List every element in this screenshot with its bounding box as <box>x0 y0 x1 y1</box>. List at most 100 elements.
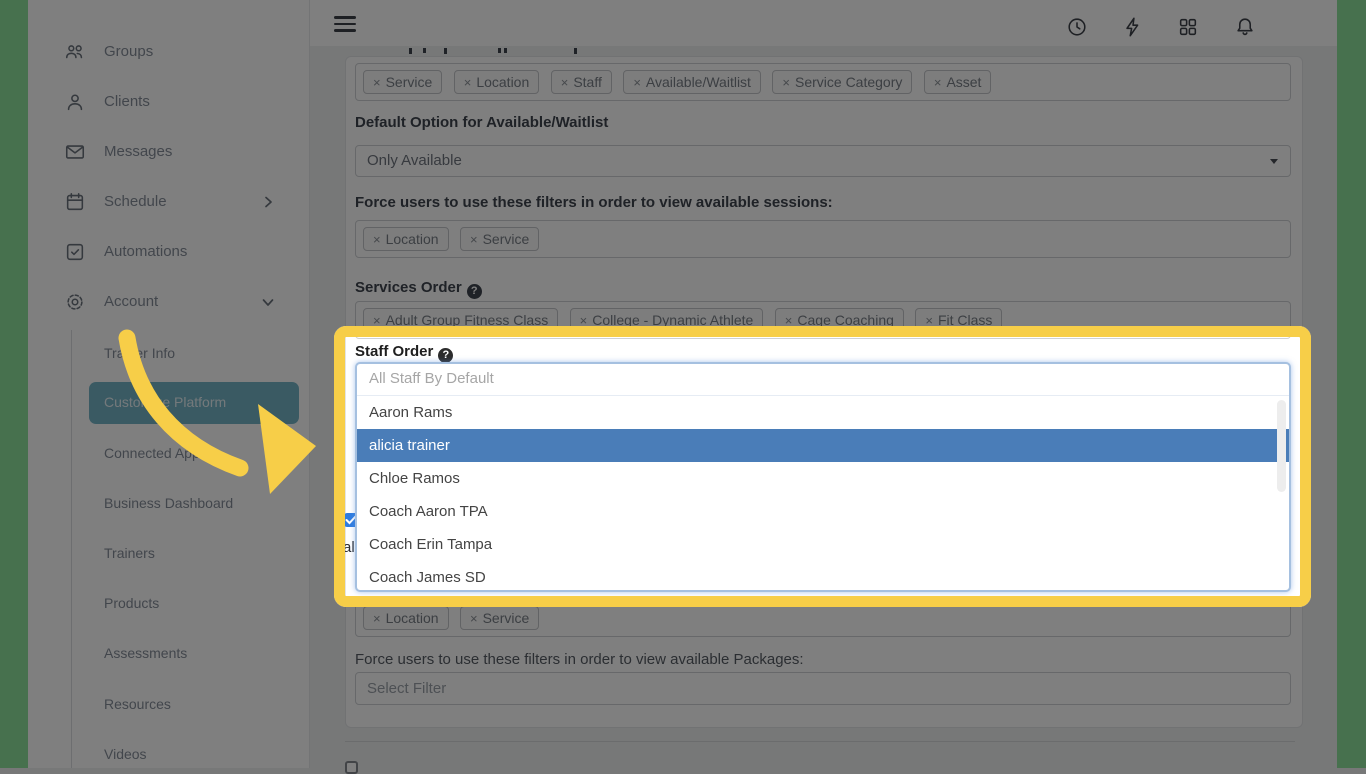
filter-tag[interactable]: × Staff <box>550 70 612 94</box>
tag-label: Available/Waitlist <box>645 74 751 90</box>
services-order-tagbox[interactable]: × Adult Group Fitness Class × College - Dy… <box>355 301 1291 339</box>
help-icon[interactable]: ? <box>466 284 482 299</box>
subitem-label: Products <box>104 595 160 611</box>
packages-filter-input[interactable]: Select Filter <box>355 672 1291 705</box>
sidebar-item-label: Schedule <box>104 193 167 210</box>
dropdown-option-selected[interactable]: alicia trainer <box>357 429 1289 462</box>
sidebar-item-clients[interactable]: Clients <box>28 87 310 117</box>
tag-label: Service <box>482 231 530 247</box>
dropdown-option[interactable]: Coach Erin Tampa <box>357 528 1289 561</box>
section-divider <box>345 741 1295 742</box>
tag-remove-icon[interactable]: × <box>464 75 472 90</box>
subitem-label: Trainer Info <box>104 345 176 361</box>
tag-label: Service <box>385 74 433 90</box>
filter-tag[interactable]: × Available/Waitlist <box>623 70 761 94</box>
subitem-label: Customize Platform <box>104 394 227 410</box>
force-sessions-tagbox[interactable]: × Location × Service <box>355 220 1291 258</box>
subitem-label: Videos <box>104 746 147 762</box>
history-clock-icon[interactable] <box>1066 16 1088 38</box>
tag-label: Adult Group Fitness Class <box>385 312 549 328</box>
tag-remove-icon[interactable]: × <box>561 75 569 90</box>
filter-tag[interactable]: × Adult Group Fitness Class <box>363 308 559 332</box>
page-background-right-strip <box>1337 0 1366 768</box>
tag-label: Location <box>385 231 439 247</box>
bottom-filter-tagbox[interactable]: × Location × Service <box>355 599 1291 637</box>
dropdown-option[interactable]: Coach James SD <box>357 561 1289 594</box>
tag-remove-icon[interactable]: × <box>470 611 478 626</box>
sidebar-subitem-resources[interactable]: Resources <box>89 690 299 720</box>
services-order-label: Services Order? <box>355 279 482 299</box>
dropdown-option[interactable]: Chloe Ramos <box>357 462 1289 495</box>
filter-tag[interactable]: × Service <box>459 227 540 251</box>
sidebar-subitem-trainer-info[interactable]: Trainer Info <box>89 339 299 369</box>
tag-remove-icon[interactable]: × <box>925 313 933 328</box>
input-placeholder: Select Filter <box>367 680 447 697</box>
tag-label: Fit Class <box>937 312 993 328</box>
tag-remove-icon[interactable]: × <box>373 232 381 247</box>
notifications-bell-icon[interactable] <box>1234 16 1256 38</box>
dropdown-option[interactable]: Aaron Rams <box>357 396 1289 429</box>
sidebar-subitem-business-dashboard[interactable]: Business Dashboard <box>89 489 299 519</box>
sidebar-subitem-customize-platform[interactable]: Customize Platform <box>89 382 299 424</box>
lightning-bolt-icon[interactable] <box>1122 16 1144 38</box>
tag-label: Staff <box>573 74 602 90</box>
sidebar-subitem-connected-apps[interactable]: Connected Apps <box>89 439 299 469</box>
gear-icon <box>67 294 83 310</box>
filter-tag[interactable]: × College - Dynamic Athlete <box>569 308 764 332</box>
subitem-label: Resources <box>104 696 171 712</box>
filter-tag[interactable]: × Cage Coaching <box>774 308 904 332</box>
staff-order-search-input[interactable]: All Staff By Default <box>357 364 1289 396</box>
filter-tag[interactable]: × Service <box>363 70 443 94</box>
tag-remove-icon[interactable]: × <box>373 75 381 90</box>
staff-order-label: Staff Order? <box>355 343 454 363</box>
tag-label: Location <box>476 74 530 90</box>
chevron-down-icon <box>262 299 274 306</box>
tag-remove-icon[interactable]: × <box>782 75 790 90</box>
filter-tag[interactable]: × Location <box>363 227 449 251</box>
filter-tag[interactable]: × Fit Class <box>915 308 1003 332</box>
apps-grid-icon[interactable] <box>1177 16 1199 38</box>
sidebar-subitem-trainers[interactable]: Trainers <box>89 539 299 569</box>
sidebar-item-messages[interactable]: Messages <box>28 137 310 167</box>
sidebar-item-label: Automations <box>104 243 188 260</box>
filter-tag[interactable]: × Location <box>363 606 449 630</box>
tag-remove-icon[interactable]: × <box>373 611 381 626</box>
subitem-label: Assessments <box>104 645 188 661</box>
tag-label: Service <box>482 610 530 626</box>
filter-tag[interactable]: × Asset <box>923 70 992 94</box>
calendar-icon <box>66 192 84 211</box>
dropdown-option[interactable]: Coach Aaron TPA <box>357 495 1289 528</box>
sidebar-subitem-videos[interactable]: Videos <box>89 740 299 770</box>
sidebar-item-schedule[interactable]: Schedule <box>28 187 310 217</box>
top-bar <box>310 0 1337 46</box>
help-icon[interactable]: ? <box>438 348 454 363</box>
sidebar-item-account[interactable]: Account <box>28 287 310 317</box>
subitem-label: Trainers <box>104 545 155 561</box>
sidebar-subitem-assessments[interactable]: Assessments <box>89 639 299 669</box>
tag-remove-icon[interactable]: × <box>470 232 478 247</box>
tag-label: Service Category <box>795 74 903 90</box>
page-background-left-strip <box>0 0 28 768</box>
tag-remove-icon[interactable]: × <box>373 313 381 328</box>
tag-remove-icon[interactable]: × <box>633 75 641 90</box>
tag-remove-icon[interactable]: × <box>934 75 942 90</box>
filters-tagbox[interactable]: × Service × Location × Staff × Available/Wai… <box>355 63 1291 101</box>
page: { "ui": { "tag_remove": "×", "help_glyph… <box>0 0 1366 774</box>
sidebar-item-groups[interactable]: Groups <box>28 37 310 67</box>
sidebar-item-automations[interactable]: Automations <box>28 237 310 267</box>
filter-tag[interactable]: × Service Category <box>772 70 913 94</box>
subnav-indent-line <box>71 330 72 768</box>
sidebar-item-label: Clients <box>104 93 150 110</box>
hamburger-menu-icon[interactable] <box>334 16 356 32</box>
person-icon <box>67 94 83 111</box>
filter-tag[interactable]: × Service <box>459 606 540 630</box>
groups-icon <box>65 45 83 59</box>
check-square-icon <box>66 243 84 261</box>
filter-tag[interactable]: × Location <box>453 70 540 94</box>
tag-label: Asset <box>946 74 982 90</box>
tag-remove-icon[interactable]: × <box>580 313 588 328</box>
sidebar-subitem-products[interactable]: Products <box>89 589 299 619</box>
default-option-select[interactable]: Only Available <box>355 145 1291 177</box>
dropdown-scrollbar-thumb[interactable] <box>1277 400 1286 492</box>
tag-remove-icon[interactable]: × <box>785 313 793 328</box>
